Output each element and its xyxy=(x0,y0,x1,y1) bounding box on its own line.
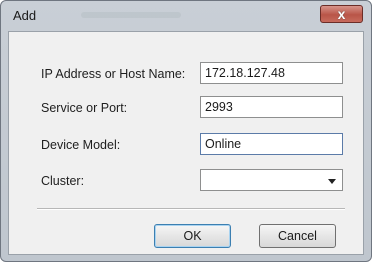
chevron-down-icon[interactable] xyxy=(328,179,336,184)
title-reflection xyxy=(81,12,181,18)
window-title: Add xyxy=(13,8,37,23)
add-dialog: Add x IP Address or Host Name: Service o… xyxy=(0,0,372,262)
device-model-label: Device Model: xyxy=(41,138,121,152)
close-icon: x xyxy=(337,6,346,22)
cluster-label: Cluster: xyxy=(41,174,85,188)
ip-address-label: IP Address or Host Name: xyxy=(41,67,186,81)
cluster-row: Cluster: xyxy=(9,169,363,193)
service-port-input[interactable] xyxy=(200,96,343,118)
service-port-row: Service or Port: xyxy=(9,96,363,120)
device-model-input[interactable] xyxy=(200,133,343,155)
service-port-label: Service or Port: xyxy=(41,101,128,115)
dialog-body: IP Address or Host Name: Service or Port… xyxy=(8,31,364,255)
cluster-select[interactable] xyxy=(200,169,343,191)
separator xyxy=(37,208,345,210)
device-model-row: Device Model: xyxy=(9,133,363,157)
close-button[interactable]: x xyxy=(320,5,363,23)
ok-button[interactable]: OK xyxy=(154,224,231,248)
title-bar[interactable]: Add x xyxy=(1,1,371,29)
ip-address-input[interactable] xyxy=(200,62,343,84)
ip-address-row: IP Address or Host Name: xyxy=(9,62,363,86)
cancel-button[interactable]: Cancel xyxy=(259,224,336,248)
